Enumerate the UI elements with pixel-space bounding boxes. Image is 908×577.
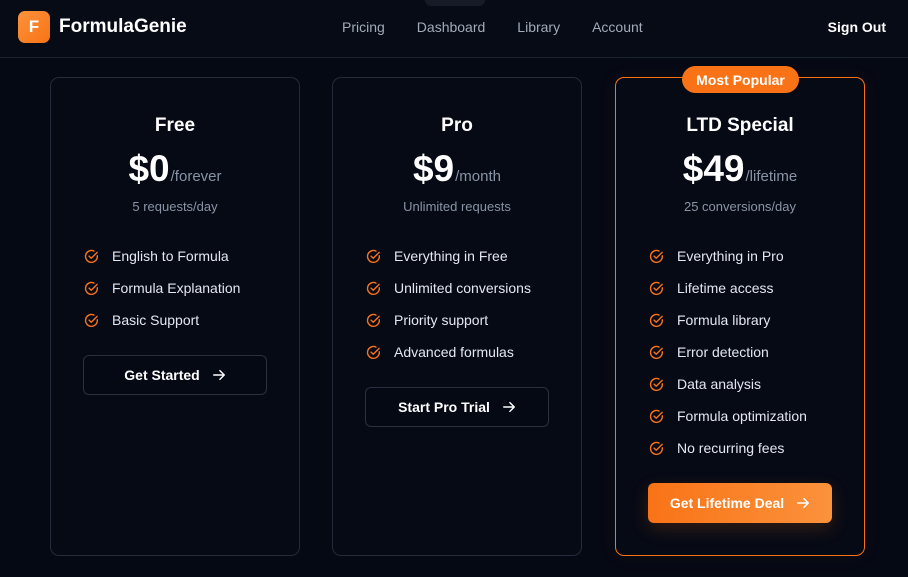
button-label: Get Lifetime Deal bbox=[669, 495, 785, 511]
plan-card-ltd: Most Popular LTD Special $49/lifetime 25… bbox=[615, 66, 865, 556]
plan-subtitle: Unlimited requests bbox=[403, 199, 511, 214]
plan-period: /month bbox=[455, 168, 501, 185]
logo-icon: F bbox=[18, 11, 50, 43]
most-popular-badge: Most Popular bbox=[682, 66, 799, 93]
get-started-button[interactable]: Get Started bbox=[83, 355, 267, 395]
feature-item: English to Formula bbox=[84, 240, 240, 272]
nav-item-pricing[interactable]: Pricing bbox=[342, 19, 385, 35]
plan-card-free: Free $0/forever 5 requests/day English t… bbox=[50, 77, 300, 556]
plan-price: $49 bbox=[682, 148, 745, 189]
feature-item: Everything in Pro bbox=[649, 240, 807, 272]
feature-item: Priority support bbox=[366, 304, 531, 336]
feature-text: Error detection bbox=[677, 344, 769, 360]
check-circle-icon bbox=[649, 409, 664, 423]
check-circle-icon bbox=[84, 313, 99, 327]
button-label: Get Started bbox=[124, 367, 200, 383]
feature-item: Lifetime access bbox=[649, 272, 807, 304]
plan-subtitle: 5 requests/day bbox=[132, 199, 218, 214]
feature-list: English to Formula Formula Explanation Bas… bbox=[84, 240, 240, 336]
header-glow bbox=[425, 0, 485, 6]
main-nav: Pricing Dashboard Library Account bbox=[342, 19, 643, 35]
check-circle-icon bbox=[649, 313, 664, 327]
nav-item-library[interactable]: Library bbox=[517, 19, 560, 35]
feature-item: Unlimited conversions bbox=[366, 272, 531, 304]
plan-name: Pro bbox=[441, 115, 473, 136]
plan-price: $9 bbox=[412, 148, 455, 189]
app-name: FormulaGenie bbox=[59, 16, 187, 37]
check-circle-icon bbox=[84, 249, 99, 263]
feature-text: Unlimited conversions bbox=[394, 280, 531, 296]
check-circle-icon bbox=[366, 281, 381, 295]
feature-text: Everything in Pro bbox=[677, 248, 784, 264]
price-row: $0/forever bbox=[51, 148, 299, 190]
feature-item: Formula Explanation bbox=[84, 272, 240, 304]
arrow-right-icon bbox=[797, 497, 810, 509]
button-label: Start Pro Trial bbox=[398, 399, 490, 415]
sign-out-button[interactable]: Sign Out bbox=[828, 19, 886, 35]
top-nav-bar: F FormulaGenie Pricing Dashboard Library… bbox=[0, 0, 908, 58]
feature-text: Everything in Free bbox=[394, 248, 508, 264]
feature-item: Advanced formulas bbox=[366, 336, 531, 368]
feature-text: Priority support bbox=[394, 312, 489, 328]
plan-period: /lifetime bbox=[745, 168, 798, 185]
feature-text: No recurring fees bbox=[677, 440, 785, 456]
price-row: $49/lifetime bbox=[616, 148, 864, 190]
start-pro-trial-button[interactable]: Start Pro Trial bbox=[365, 387, 549, 427]
logo[interactable]: F FormulaGenie bbox=[18, 11, 187, 43]
plan-card-pro: Pro $9/month Unlimited requests Everythi… bbox=[332, 77, 582, 556]
feature-item: No recurring fees bbox=[649, 432, 807, 464]
feature-item: Everything in Free bbox=[366, 240, 531, 272]
arrow-right-icon bbox=[212, 369, 225, 381]
plan-period: /forever bbox=[170, 168, 222, 185]
plan-name: Free bbox=[154, 115, 196, 136]
feature-item: Formula library bbox=[649, 304, 807, 336]
feature-item: Error detection bbox=[649, 336, 807, 368]
check-circle-icon bbox=[366, 345, 381, 359]
plan-price: $0 bbox=[128, 148, 170, 189]
check-circle-icon bbox=[649, 441, 664, 455]
feature-text: Advanced formulas bbox=[394, 344, 514, 360]
nav-item-dashboard[interactable]: Dashboard bbox=[417, 19, 486, 35]
feature-text: Basic Support bbox=[112, 312, 200, 328]
check-circle-icon bbox=[649, 249, 664, 263]
plan-name: LTD Special bbox=[686, 115, 794, 136]
feature-text: Formula Explanation bbox=[112, 280, 241, 296]
check-circle-icon bbox=[366, 249, 381, 263]
feature-text: English to Formula bbox=[112, 248, 229, 264]
feature-item: Formula optimization bbox=[649, 400, 807, 432]
nav-item-account[interactable]: Account bbox=[592, 19, 643, 35]
get-lifetime-deal-button[interactable]: Get Lifetime Deal bbox=[648, 483, 832, 523]
feature-text: Lifetime access bbox=[677, 280, 774, 296]
check-circle-icon bbox=[366, 313, 381, 327]
feature-list: Everything in Pro Lifetime access Formula … bbox=[649, 240, 807, 464]
check-circle-icon bbox=[649, 281, 664, 295]
feature-item: Basic Support bbox=[84, 304, 240, 336]
arrow-right-icon bbox=[502, 401, 515, 413]
feature-text: Formula library bbox=[677, 312, 771, 328]
feature-text: Data analysis bbox=[677, 376, 762, 392]
feature-item: Data analysis bbox=[649, 368, 807, 400]
check-circle-icon bbox=[649, 345, 664, 359]
feature-list: Everything in Free Unlimited conversions P… bbox=[366, 240, 531, 368]
plan-subtitle: 25 conversions/day bbox=[683, 199, 796, 214]
feature-text: Formula optimization bbox=[677, 408, 807, 424]
price-row: $9/month bbox=[333, 148, 581, 190]
check-circle-icon bbox=[649, 377, 664, 391]
check-circle-icon bbox=[84, 281, 99, 295]
